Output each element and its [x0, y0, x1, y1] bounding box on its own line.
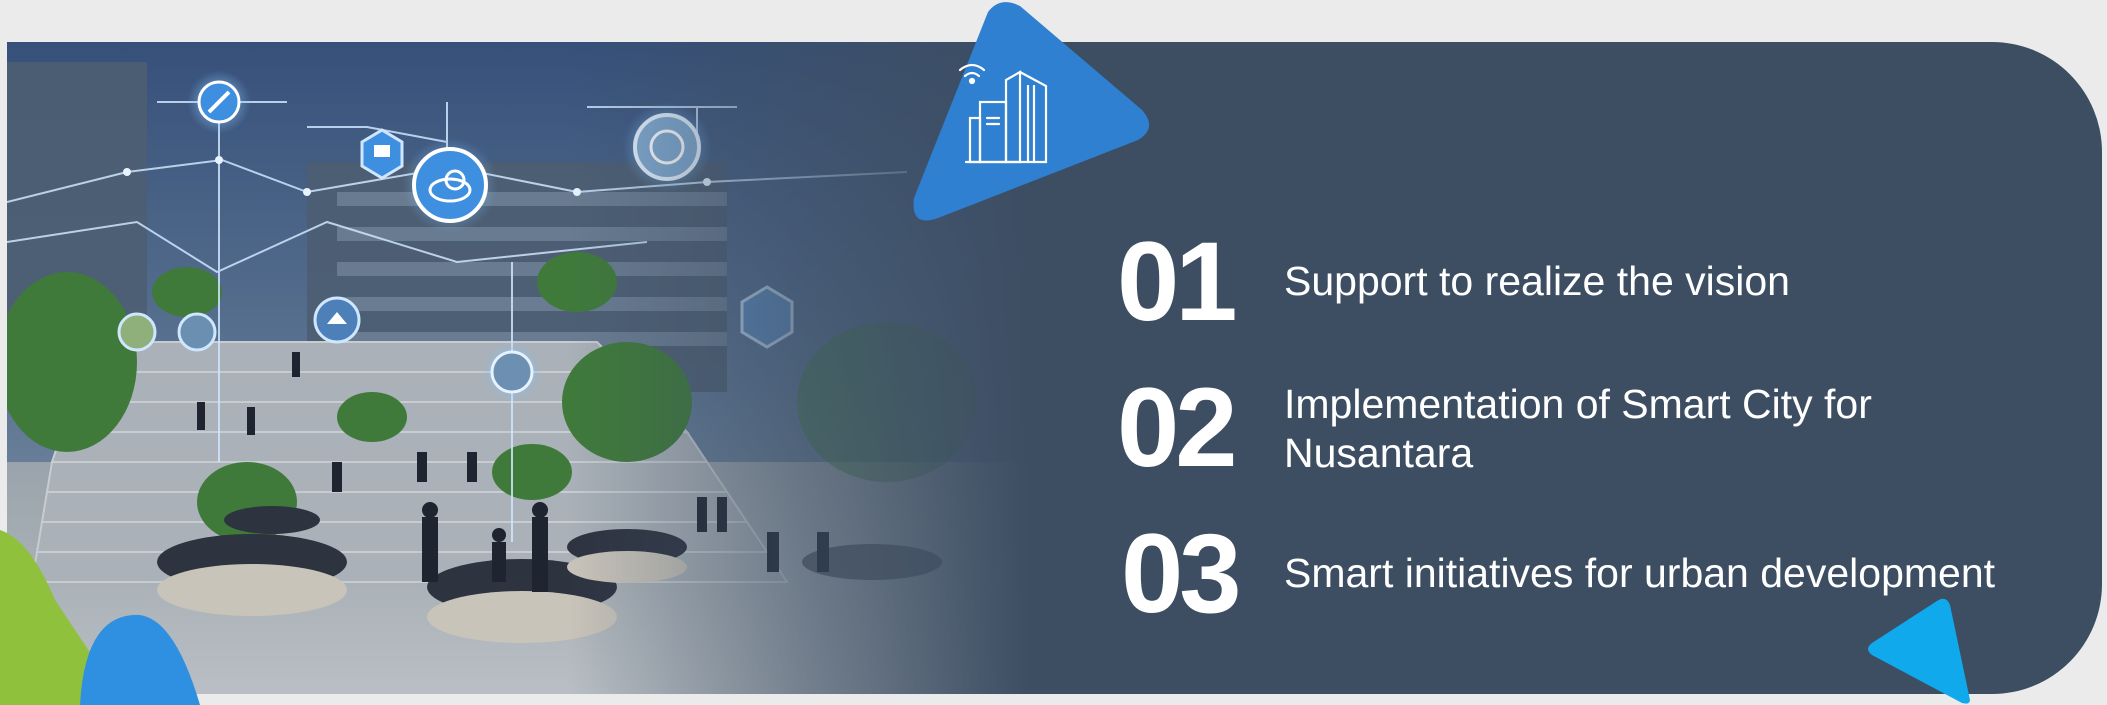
item-number: 03 [1121, 511, 1242, 636]
smart-building-badge [913, 2, 1150, 221]
illustration-fade [7, 42, 1027, 694]
item-text: Support to realize the vision [1284, 258, 1790, 304]
item-number: 02 [1117, 365, 1238, 490]
item-text: Implementation of Smart City for Nusanta… [1284, 381, 1872, 476]
cyan-triangle-shape [1868, 598, 1970, 704]
item-text: Smart initiatives for urban development [1284, 550, 1996, 596]
blue-corner-shape [80, 614, 200, 705]
list-item: 02 Implementation of Smart City for Nusa… [1117, 368, 2067, 488]
item-number: 01 [1117, 219, 1238, 344]
list-item: 01 Support to realize the vision [1117, 222, 2067, 342]
